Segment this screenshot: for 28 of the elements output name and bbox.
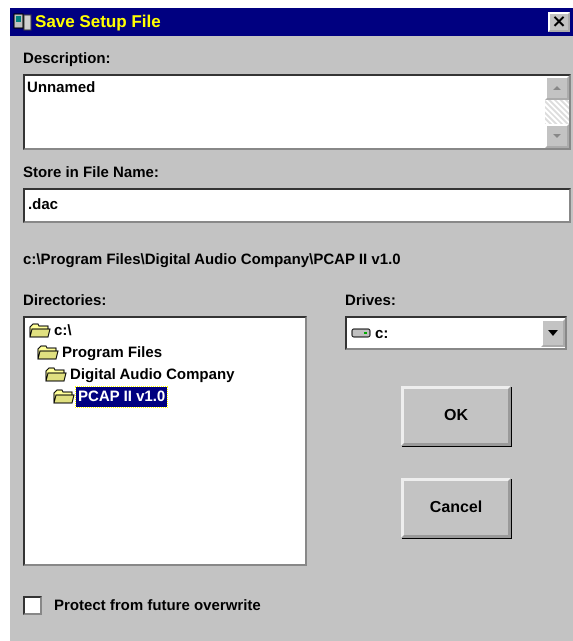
drive-icon [351,327,371,339]
folder-icon [29,323,51,339]
close-button[interactable]: × [548,12,570,32]
drives-label: Drives: [345,292,397,310]
directories-label: Directories: [23,292,108,310]
folder-icon [53,389,75,405]
drives-dropdown[interactable]: c: [345,316,567,350]
cancel-button[interactable]: Cancel [401,478,511,538]
file-name-label: Store in File Name: [23,164,160,182]
protect-checkbox[interactable] [23,596,42,615]
directory-item[interactable]: Program Files [60,343,164,363]
window-title: Save Setup File [35,12,162,32]
folder-icon [37,345,59,361]
ok-button[interactable]: OK [401,386,511,446]
description-field[interactable]: Unnamed [23,74,571,150]
scroll-down-button[interactable] [545,124,569,148]
computer-icon [13,12,33,32]
current-path: c:\Program Files\Digital Audio Company\PCAP II v1.0 [23,251,402,268]
file-name-field[interactable]: .dac [23,188,571,223]
directory-item[interactable]: PCAP II v1.0 [76,387,168,407]
directory-item[interactable]: Digital Audio Company [68,365,236,385]
protect-label: Protect from future overwrite [54,596,261,614]
up-arrow-icon [552,85,562,91]
down-arrow-icon [552,133,562,139]
scroll-up-button[interactable] [545,76,569,100]
description-label: Description: [23,50,112,68]
directory-item[interactable]: c:\ [52,321,74,341]
folder-icon [45,367,67,383]
